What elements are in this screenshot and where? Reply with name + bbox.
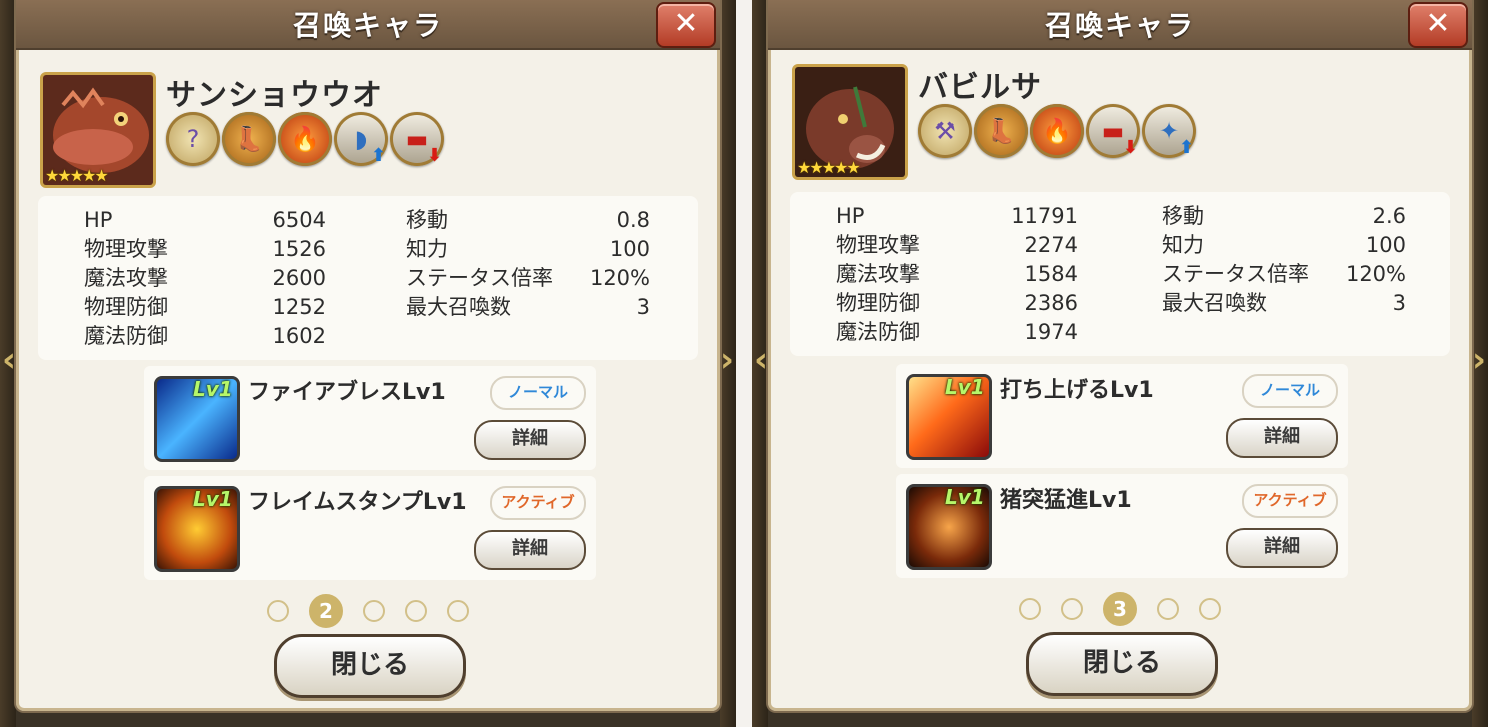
skill-detail-button[interactable]: 詳細 xyxy=(474,530,586,570)
dialog-title: 召喚キャラ xyxy=(1044,9,1195,42)
attribute-badges: ⚒ 👢 🔥 ▬ ⬇ ✦ ⬆ xyxy=(918,104,1196,158)
axe-icon: ⚒ xyxy=(918,104,972,158)
close-x-button[interactable]: ✕ xyxy=(1408,2,1468,48)
dialog-title: 召喚キャラ xyxy=(292,9,443,42)
title-bar: 召喚キャラ ✕ xyxy=(768,0,1472,50)
stat-physical-attack: 物理攻撃 2274 xyxy=(836,233,1078,257)
character-name: サンショウウオ xyxy=(166,78,383,113)
summon-dialog: 召喚キャラ ✕ ★★★★★ サンショウウオ ? 👢 🔥 ◗ ⬆ ▬ ⬇ HP 6… xyxy=(14,0,722,713)
skill-detail-button[interactable]: 詳細 xyxy=(1226,528,1338,568)
launch-skill-icon: Lv1 xyxy=(906,374,992,460)
stat-physical-defense: 物理防御 1252 xyxy=(84,295,326,319)
boot-icon: 👢 xyxy=(974,104,1028,158)
boar-charge-skill-icon: Lv1 xyxy=(906,484,992,570)
stat-max-summons: 最大召喚数 3 xyxy=(406,295,650,319)
stat-physical-defense: 物理防御 2386 xyxy=(836,291,1078,315)
stat-max-summons: 最大召喚数 3 xyxy=(1162,291,1406,315)
skill-type-badge: ノーマル xyxy=(1242,374,1338,408)
stat-status-multiplier: ステータス倍率 120% xyxy=(1162,262,1406,286)
hammer-shield-down-icon: ▬ ⬇ xyxy=(1086,104,1140,158)
skill-type-badge: アクティブ xyxy=(1242,484,1338,518)
fire-icon: 🔥 xyxy=(1030,104,1084,158)
fire-breath-skill-icon: Lv1 xyxy=(154,376,240,462)
page-dot[interactable] xyxy=(405,600,427,622)
stat-intelligence: 知力 100 xyxy=(406,237,650,261)
magic-staff-icon: ? xyxy=(166,112,220,166)
stat-hp: HP 11791 xyxy=(836,204,1078,228)
title-bar: 召喚キャラ ✕ xyxy=(16,0,720,50)
page-dot-active[interactable]: 2 xyxy=(309,594,343,628)
page-dot[interactable] xyxy=(267,600,289,622)
summon-panel-right: ‹ › 召喚キャラ ✕ ★★★★★ バビルサ ⚒ 👢 🔥 ▬ ⬇ ✦ ⬆ HP … xyxy=(752,0,1488,727)
page-dot[interactable] xyxy=(1157,598,1179,620)
stat-magic-attack: 魔法攻撃 1584 xyxy=(836,262,1078,286)
skill-name: 猪突猛進Lv1 xyxy=(1000,488,1132,513)
flame-stamp-skill-icon: Lv1 xyxy=(154,486,240,572)
close-x-button[interactable]: ✕ xyxy=(656,2,716,48)
character-portrait: ★★★★★ xyxy=(792,64,908,180)
next-arrow-icon[interactable]: › xyxy=(720,340,734,380)
skill-type-badge: ノーマル xyxy=(490,376,586,410)
page-dot-active[interactable]: 3 xyxy=(1103,592,1137,626)
skill-name: ファイアブレスLv1 xyxy=(248,380,446,405)
summon-panel-left: ‹ › 召喚キャラ ✕ ★★★★★ サンショウウオ ? 👢 🔥 ◗⬆ ▬⬇ xyxy=(0,0,736,727)
stat-magic-defense: 魔法防御 1974 xyxy=(836,320,1078,344)
skill-name: フレイムスタンプLv1 xyxy=(248,490,467,515)
page-indicator: 3 xyxy=(768,592,1472,626)
stat-move: 移動 2.6 xyxy=(1162,204,1406,228)
skill-type-badge: アクティブ xyxy=(490,486,586,520)
staff-shield-up-icon: ✦ ⬆ xyxy=(1142,104,1196,158)
skill-card: Lv1 ファイアブレスLv1 ノーマル 詳細 xyxy=(144,366,596,470)
close-button[interactable]: 閉じる xyxy=(1026,632,1218,696)
stat-magic-defense: 魔法防御 1602 xyxy=(84,324,326,348)
skill-name: 打ち上げるLv1 xyxy=(1000,378,1154,403)
stats-panel: HP 11791 物理攻撃 2274 魔法攻撃 1584 物理防御 2386 魔… xyxy=(790,192,1450,356)
stat-move: 移動 0.8 xyxy=(406,208,650,232)
character-name: バビルサ xyxy=(918,70,1042,105)
boot-icon: 👢 xyxy=(222,112,276,166)
stat-physical-attack: 物理攻撃 1526 xyxy=(84,237,326,261)
rarity-stars: ★★★★★ xyxy=(45,166,109,185)
stat-magic-attack: 魔法攻撃 2600 xyxy=(84,266,326,290)
skill-card: Lv1 猪突猛進Lv1 アクティブ 詳細 xyxy=(896,474,1348,578)
skill-card: Lv1 フレイムスタンプLv1 アクティブ 詳細 xyxy=(144,476,596,580)
next-arrow-icon[interactable]: › xyxy=(1472,340,1486,380)
skill-card: Lv1 打ち上げるLv1 ノーマル 詳細 xyxy=(896,364,1348,468)
page-dot[interactable] xyxy=(447,600,469,622)
stat-intelligence: 知力 100 xyxy=(1162,233,1406,257)
skill-detail-button[interactable]: 詳細 xyxy=(1226,418,1338,458)
attribute-badges: ? 👢 🔥 ◗ ⬆ ▬ ⬇ xyxy=(166,112,444,166)
page-dot[interactable] xyxy=(1019,598,1041,620)
page-dot[interactable] xyxy=(1061,598,1083,620)
skill-detail-button[interactable]: 詳細 xyxy=(474,420,586,460)
page-dot[interactable] xyxy=(363,600,385,622)
page-dot[interactable] xyxy=(1199,598,1221,620)
stats-panel: HP 6504 物理攻撃 1526 魔法攻撃 2600 物理防御 1252 魔法… xyxy=(38,196,698,360)
hammer-shield-down-icon: ▬ ⬇ xyxy=(390,112,444,166)
page-indicator: 2 xyxy=(16,594,720,628)
fire-icon: 🔥 xyxy=(278,112,332,166)
character-portrait: ★★★★★ xyxy=(40,72,156,188)
stat-hp: HP 6504 xyxy=(84,208,326,232)
stat-status-multiplier: ステータス倍率 120% xyxy=(406,266,650,290)
summon-dialog: 召喚キャラ ✕ ★★★★★ バビルサ ⚒ 👢 🔥 ▬ ⬇ ✦ ⬆ HP 1179… xyxy=(766,0,1474,713)
rarity-stars: ★★★★★ xyxy=(797,158,861,177)
bow-shield-up-icon: ◗ ⬆ xyxy=(334,112,388,166)
close-button[interactable]: 閉じる xyxy=(274,634,466,698)
